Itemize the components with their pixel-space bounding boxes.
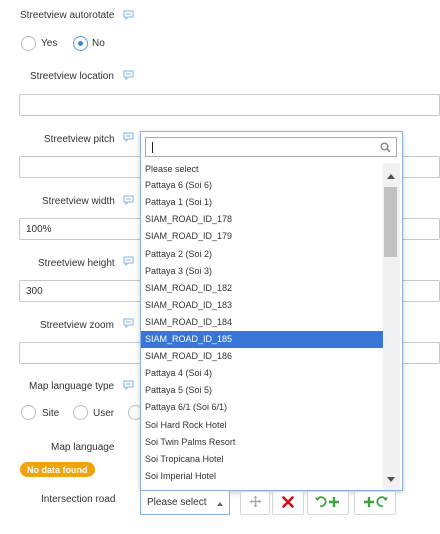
delete-button[interactable] <box>272 491 304 515</box>
map-language-site-radio[interactable] <box>21 405 36 420</box>
dropdown-scrollbar[interactable] <box>383 163 400 490</box>
dropdown-option[interactable]: Please select <box>141 163 383 177</box>
map-language-type-label: Map language type <box>29 381 115 392</box>
width-label: Streetview width <box>42 196 115 207</box>
intersection-road-select[interactable]: Please select <box>140 491 230 515</box>
map-language-site-label: Site <box>42 408 60 419</box>
speech-bubble-icon[interactable] <box>123 380 134 390</box>
autorotate-label: Streetview autorotate <box>20 10 115 21</box>
dropdown-option[interactable]: SIAM_ROAD_ID_186 <box>141 348 383 365</box>
dropdown-option[interactable]: SIAM_ROAD_ID_178 <box>141 211 383 228</box>
add-after-button[interactable] <box>354 491 396 515</box>
autorotate-yes-label: Yes <box>41 38 58 49</box>
magnifier-icon <box>380 142 391 156</box>
dropdown-option[interactable]: SIAM_ROAD_ID_183 <box>141 297 383 314</box>
speech-bubble-icon[interactable] <box>123 195 134 205</box>
intersection-road-dropdown[interactable]: Please select Pattaya 6 (Soi 6) Pattaya 1 … <box>140 131 403 491</box>
location-label: Streetview location <box>30 71 114 82</box>
dropdown-option[interactable]: Soi Hard Rock Hotel <box>141 417 383 434</box>
location-input[interactable] <box>19 94 440 116</box>
dropdown-option[interactable]: Pattaya 5 (Soi 5) <box>141 382 383 399</box>
pitch-label: Streetview pitch <box>44 134 115 145</box>
autorotate-no-radio[interactable] <box>73 36 88 51</box>
select-arrow-icon <box>217 502 223 506</box>
map-language-user-radio[interactable] <box>73 405 88 420</box>
scroll-up-arrow-icon[interactable] <box>387 174 395 179</box>
dropdown-option[interactable]: Pattaya 3 (Soi 3) <box>141 263 383 280</box>
autorotate-no-label: No <box>92 38 105 49</box>
dropdown-option[interactable]: SIAM_ROAD_ID_179 <box>141 228 383 245</box>
red-x-icon <box>282 495 294 511</box>
speech-bubble-icon[interactable] <box>123 10 134 20</box>
dropdown-options-list[interactable]: Please select Pattaya 6 (Soi 6) Pattaya 1 … <box>141 163 383 490</box>
no-data-badge: No data found <box>20 462 95 477</box>
dropdown-option[interactable]: Soi Twin Palms Resort <box>141 434 383 451</box>
speech-bubble-icon[interactable] <box>123 256 134 266</box>
dropdown-option[interactable]: Pattaya 4 (Soi 4) <box>141 365 383 382</box>
dropdown-option[interactable]: SIAM_ROAD_ID_182 <box>141 280 383 297</box>
scrollbar-thumb[interactable] <box>384 187 397 257</box>
dropdown-option[interactable]: Pattaya 1 (Soi 1) <box>141 194 383 211</box>
add-before-button[interactable] <box>307 491 349 515</box>
move-arrows-icon <box>249 495 262 511</box>
map-language-user-label: User <box>93 408 115 419</box>
dropdown-option[interactable]: Soi Imperial Hotel <box>141 468 383 485</box>
dropdown-option[interactable]: SIAM_ROAD_ID_184 <box>141 314 383 331</box>
dropdown-option[interactable]: Pattaya 6 (Soi 6) <box>141 177 383 194</box>
speech-bubble-icon[interactable] <box>123 132 134 142</box>
dropdown-option[interactable]: Soi Tropicana Hotel <box>141 451 383 468</box>
zoom-label: Streetview zoom <box>40 320 114 331</box>
map-language-label: Map language <box>51 442 115 453</box>
height-label: Streetview height <box>38 258 115 269</box>
dropdown-option[interactable]: Pattaya 2 (Soi 2) <box>141 246 383 263</box>
green-add-rotate-left-icon <box>314 495 342 512</box>
green-add-rotate-right-icon <box>361 495 389 512</box>
dropdown-option[interactable]: SIAM_ROAD_ID_185 <box>141 331 383 349</box>
select-value: Please select <box>147 497 207 508</box>
move-button[interactable] <box>240 491 270 515</box>
speech-bubble-icon[interactable] <box>123 318 134 328</box>
dropdown-option[interactable]: Pattaya 6/1 (Soi 6/1) <box>141 399 383 416</box>
intersection-road-label: Intersection road <box>41 494 116 505</box>
speech-bubble-icon[interactable] <box>123 70 134 80</box>
scroll-down-arrow-icon[interactable] <box>387 477 395 482</box>
dropdown-search-input[interactable] <box>145 137 397 157</box>
text-cursor <box>152 142 153 153</box>
autorotate-yes-radio[interactable] <box>21 36 36 51</box>
